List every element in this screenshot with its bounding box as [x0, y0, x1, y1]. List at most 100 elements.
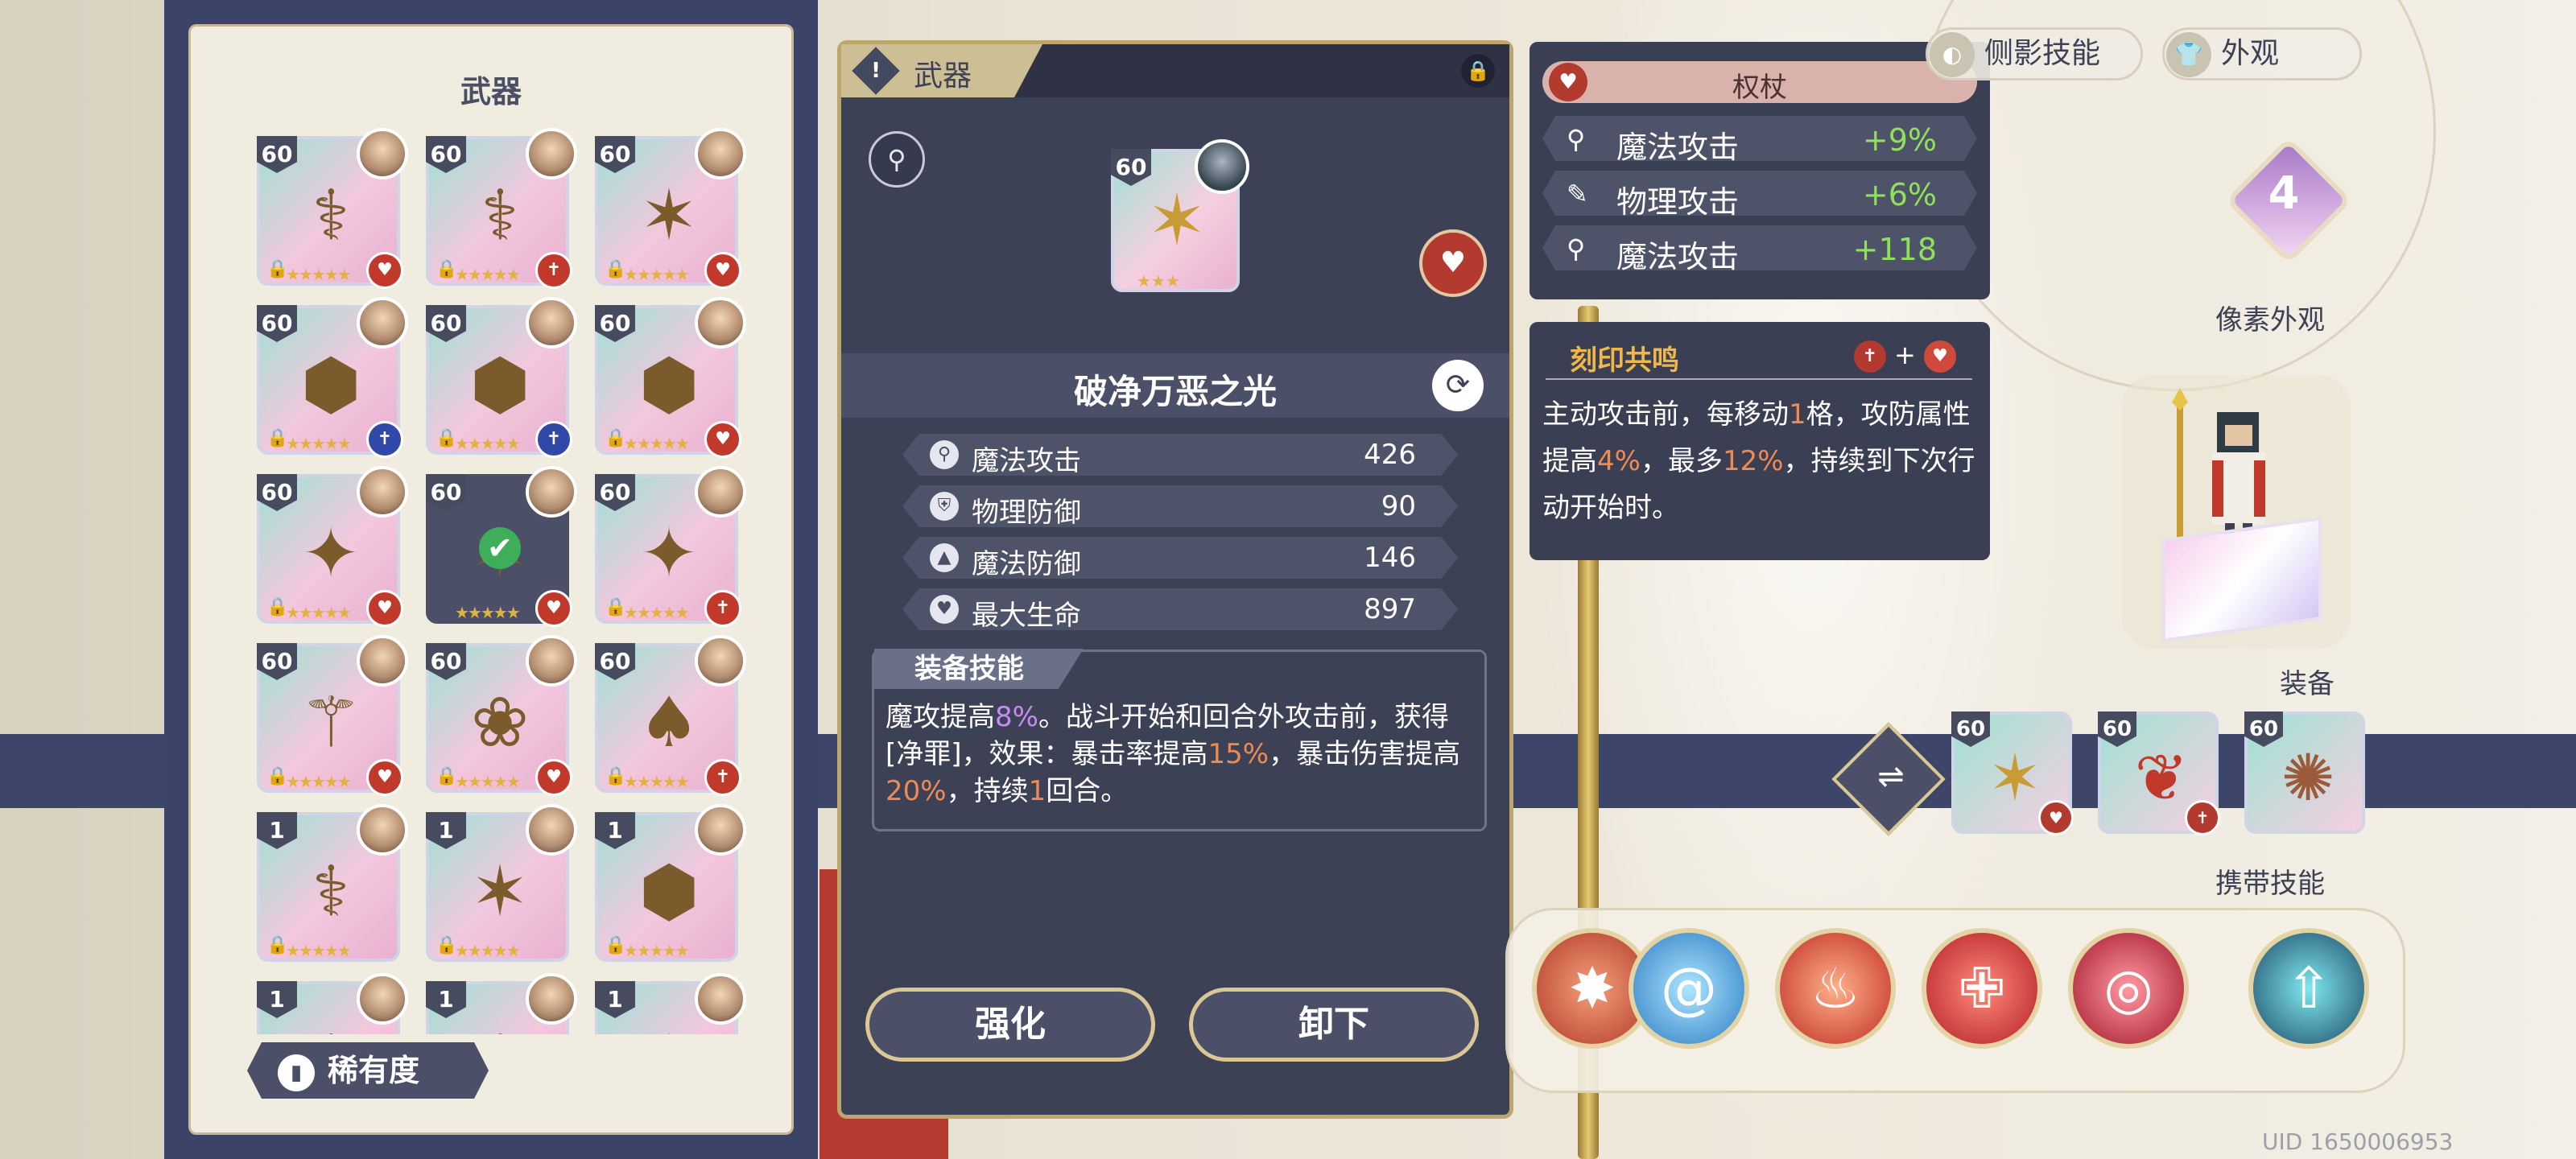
weapon-detail-panel: ! 武器 🔒 ⚲ 60 ✶ ★★★ ♥ 破净万恶之光 ⟳ ⚲ 魔法攻击 426 … — [837, 40, 1513, 1119]
rarity-stars: ★★★★★ — [455, 603, 521, 622]
rarity-stars: ★★★★★ — [624, 603, 690, 622]
weapon-card[interactable]: 60 ✦ ★★★★★ ✝ 🔒 — [595, 466, 746, 627]
weapon-card[interactable]: 60 ⬢ ★★★★★ ♥ 🔒 — [595, 297, 746, 458]
lock-icon[interactable]: 🔒 — [1461, 54, 1495, 88]
detail-category-label: 武器 — [914, 60, 972, 93]
weapon-type-badge-icon: ♥ — [366, 590, 403, 627]
weapon-grid[interactable]: 60 ⚕ ★★★★★ ♥ 🔒 60 ⚕ ★★★★★ ✝ 🔒 60 ✶ ★★★★★ ♥ 🔒 60 ⬢ ★★★★★ ✝ 🔒… — [249, 117, 748, 1034]
weapon-type-badge-icon: ✝ — [535, 421, 572, 458]
stat-label: 魔法防御 — [972, 548, 1081, 580]
lock-icon: 🔒 — [436, 259, 458, 279]
lock-icon: 🔒 — [266, 428, 289, 448]
weapon-card[interactable]: 60 ♠ ★★★★★ ✝ 🔒 — [595, 635, 746, 796]
heart-badge-icon: ♥ — [1924, 340, 1956, 373]
weapon-name-bar: 破净万恶之光 ⟳ — [841, 353, 1509, 418]
stat-row: ▲ 魔法防御 146 — [902, 537, 1458, 579]
weapon-card[interactable]: 1 ✶ ★★★★★ 🔒 — [426, 804, 577, 962]
weapon-list-panel: 武器 60 ⚕ ★★★★★ ♥ 🔒 60 ⚕ ★★★★★ ✝ 🔒 60 ✶ ★★★★★ ♥ 🔒 60 ⬢ ★★★★… — [188, 24, 794, 1135]
weapon-card-level: 60 — [426, 643, 466, 680]
weapon-card[interactable]: 60 ❀ ★★★★★ ♥ 🔒 — [426, 635, 577, 796]
stat-label: 魔法攻击 — [972, 445, 1081, 477]
appearance-label: 外观 — [2221, 37, 2280, 70]
equip-skill-box: 装备技能 魔攻提高8%。战斗开始和回合外攻击前，获得[净罪]，效果：暴击率提高1… — [872, 649, 1487, 831]
substat-row: ✎ 物理攻击 +6% — [1542, 171, 1977, 216]
text-segment: 主动攻击前，每移动 — [1542, 398, 1789, 431]
weapon-art-icon: ⚚ — [461, 1017, 539, 1034]
resonance-pair: ✝ + ♥ — [1853, 340, 1956, 373]
text-segment: 魔攻提高 — [886, 701, 995, 733]
detail-header: ! 武器 🔒 — [841, 44, 1509, 97]
weapon-card[interactable]: 60✶★★★★★♥✔ — [426, 466, 577, 627]
weapon-card[interactable]: 1⚕★★★★★ — [257, 973, 408, 1034]
highlight-value: 15% — [1208, 738, 1269, 770]
rarity-stars: ★★★★★ — [624, 772, 690, 791]
weapon-art-icon: ⚕ — [312, 852, 350, 932]
awakening-level-gem[interactable]: 4 — [2223, 135, 2353, 265]
weapon-card[interactable]: 1⚚★★★★★ — [426, 973, 577, 1034]
substat-row: ⚲ 魔法攻击 +118 — [1542, 225, 1977, 270]
weapon-type-badge-icon: ♥ — [366, 759, 403, 796]
equipped-accessory-slot[interactable]: 60 ❦ ✝ — [2098, 711, 2220, 835]
scepter-type-icon[interactable]: ♥ — [1419, 229, 1487, 297]
silhouette-skill-button[interactable]: ◐ 侧影技能 — [1926, 27, 2143, 80]
weapon-art-icon: ⬢ — [469, 344, 530, 425]
ascend-skill-icon[interactable]: ⇧ — [2248, 928, 2369, 1049]
weapon-card[interactable]: 60 ⬢ ★★★★★ ✝ 🔒 — [257, 297, 408, 458]
stat-label: 物理防御 — [972, 497, 1081, 529]
highlight-value: 1 — [1789, 398, 1806, 431]
appearance-button[interactable]: 👕 外观 — [2162, 27, 2362, 80]
preview-user-icon[interactable]: ⚲ — [869, 131, 925, 188]
weapon-art-icon: ✦ — [301, 514, 361, 594]
weapon-card-level: 60 — [426, 136, 466, 173]
rarity-stars: ★★★★★ — [624, 941, 690, 960]
weapon-card[interactable]: 60 ✶ ★★★★★ ♥ 🔒 — [595, 128, 746, 289]
unequip-button[interactable]: 卸下 — [1189, 988, 1479, 1062]
enhance-button[interactable]: 强化 — [865, 988, 1155, 1062]
lock-icon: 🔒 — [266, 597, 289, 617]
equipped-weapon-slot[interactable]: 60 ✶ ♥ — [1951, 711, 2074, 835]
weapon-card[interactable]: 60 ⚕ ★★★★★ ♥ 🔒 — [257, 128, 408, 289]
target-skill-icon[interactable]: ◎ — [2068, 928, 2189, 1049]
resonance-title: 刻印共鸣 — [1570, 344, 1679, 377]
equipped-relic-slot[interactable]: 60 ✺ — [2244, 711, 2365, 834]
rarity-stars: ★★★★★ — [455, 941, 521, 960]
relic-icon: ✺ — [2281, 740, 2335, 815]
lock-icon: 🔒 — [605, 428, 627, 448]
holy-figure-skill-icon[interactable]: ✙ — [1922, 928, 2042, 1049]
weapon-art-icon: ✶ — [470, 852, 530, 932]
text-segment: ，暴击伤害提高 — [1269, 738, 1461, 770]
lock-icon: 🔒 — [605, 597, 627, 617]
weapon-art-icon: ⬢ — [638, 344, 700, 425]
physical-attack-icon: ✎ — [1567, 179, 1588, 209]
checkmark-icon: ✔ — [479, 527, 521, 569]
weapon-card[interactable]: 1 ⬢ ★★★★★ 🔒 — [595, 804, 746, 962]
rarity-sort-button[interactable]: ▮ 稀有度 — [247, 1042, 489, 1099]
swap-weapon-icon[interactable]: ⟳ — [1432, 360, 1484, 411]
weapon-type-badge-icon: ♥ — [535, 759, 572, 796]
lock-icon: 🔒 — [266, 259, 289, 279]
rarity-stars: ★★★★★ — [455, 772, 521, 791]
pixel-appearance-label: 像素外观 — [2215, 304, 2325, 336]
magic-attack-icon: ⚲ — [930, 440, 959, 469]
rarity-sort-label: 稀有度 — [328, 1053, 420, 1088]
weapon-card[interactable]: 60 ⚕ ★★★★★ ✝ 🔒 — [426, 128, 577, 289]
weapon-card-level: 1 — [257, 981, 297, 1018]
weapon-card[interactable]: 60 ⬢ ★★★★★ ✝ 🔒 — [426, 297, 577, 458]
highlight-value: 1 — [1028, 775, 1046, 807]
vortex-skill-icon[interactable]: @ — [1629, 928, 1749, 1049]
flame-skill-icon[interactable]: ♨ — [1775, 928, 1896, 1049]
equip-skill-description: 魔攻提高8%。战斗开始和回合外攻击前，获得[净罪]，效果：暴击率提高15%，暴击… — [886, 699, 1478, 810]
swap-arrows-icon: ⇌ — [1877, 758, 1905, 796]
weapon-card-level: 1 — [595, 981, 635, 1018]
pixel-appearance-preview[interactable] — [2122, 375, 2351, 649]
physical-defense-icon: ⛨ — [930, 492, 959, 521]
cross-badge-icon: ✝ — [2185, 800, 2220, 835]
weapon-card[interactable]: 60 ⚚ ★★★★★ ♥ 🔒 — [257, 635, 408, 796]
silhouette-skill-label: 侧影技能 — [1984, 37, 2101, 70]
weapon-card[interactable]: 1✶★★★★★ — [595, 973, 746, 1034]
weapon-card[interactable]: 1 ⚕ ★★★★★ 🔒 — [257, 804, 408, 962]
weapon-card[interactable]: 60 ✦ ★★★★★ ♥ 🔒 — [257, 466, 408, 627]
rarity-stars: ★★★★★ — [286, 772, 352, 791]
weapon-card-level: 1 — [595, 812, 635, 849]
stat-value: 897 — [1364, 593, 1416, 625]
